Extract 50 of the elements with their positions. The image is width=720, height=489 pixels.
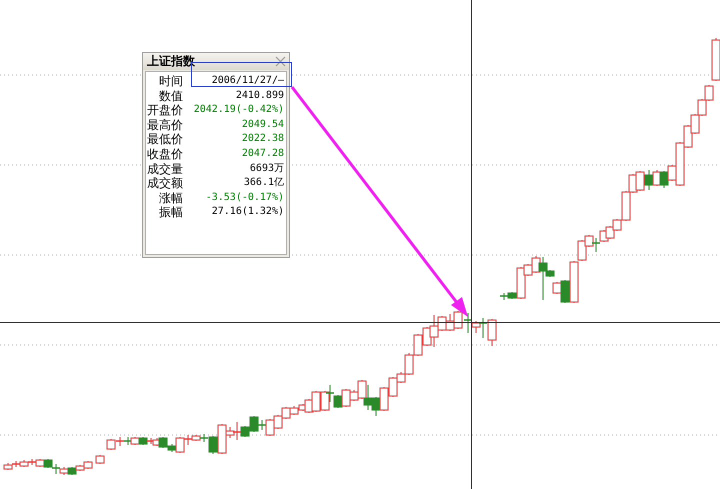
candlestick — [660, 170, 668, 188]
candlestick — [106, 438, 116, 450]
candlestick — [138, 436, 148, 446]
field-value: -3.53(-0.17%) — [204, 190, 284, 205]
field-label: 成交量 — [147, 162, 183, 176]
field-label: 开盘价 — [147, 103, 183, 118]
candlestick — [274, 414, 282, 430]
candlestick — [636, 170, 644, 192]
field-label: 涨幅 — [158, 190, 183, 206]
candlestick — [130, 436, 140, 446]
candlestick — [690, 114, 700, 134]
candlestick — [320, 390, 330, 412]
field-value: 2022.38 — [240, 132, 284, 146]
candlestick — [704, 84, 714, 102]
field-label: 收盘价 — [147, 146, 183, 162]
field-value: 6693万 — [248, 162, 284, 176]
candlestick — [334, 394, 342, 408]
candlestick — [372, 396, 380, 416]
candlestick — [488, 318, 496, 346]
candlestick — [652, 170, 662, 186]
candlestick — [290, 406, 298, 416]
field-label: 最高价 — [147, 118, 183, 132]
candlestick — [282, 406, 290, 420]
candlestick — [698, 98, 706, 116]
close-icon[interactable] — [275, 56, 286, 67]
field-label: 振幅 — [158, 205, 183, 220]
candlestick — [644, 170, 654, 190]
field-value: 366.1亿 — [242, 176, 284, 190]
field-value: 2049.54 — [240, 118, 284, 132]
field-label: 时间 — [158, 74, 183, 89]
candlestick — [414, 334, 422, 356]
field-label: 数值 — [158, 88, 183, 104]
candlestick — [96, 454, 104, 464]
candlestick — [44, 458, 52, 468]
candlestick — [36, 458, 44, 468]
field-value: 2047.28 — [240, 146, 284, 161]
field-value: 2006/11/27/— — [210, 74, 284, 88]
field-value: 2042.19(-0.42%) — [192, 103, 284, 118]
candlestick — [84, 460, 92, 470]
field-value: 2410.899 — [234, 88, 284, 103]
candlestick — [68, 466, 76, 476]
field-value: 27.16(1.32%) — [210, 205, 284, 220]
candlestick — [380, 386, 388, 412]
field-label: 成交额 — [147, 176, 183, 191]
candlestick — [364, 384, 372, 410]
candlestick — [606, 226, 614, 240]
candlestick — [158, 436, 168, 448]
candlestick — [454, 310, 462, 330]
panel-title: 上证指数 — [147, 53, 195, 70]
field-label: 最低价 — [147, 132, 183, 147]
